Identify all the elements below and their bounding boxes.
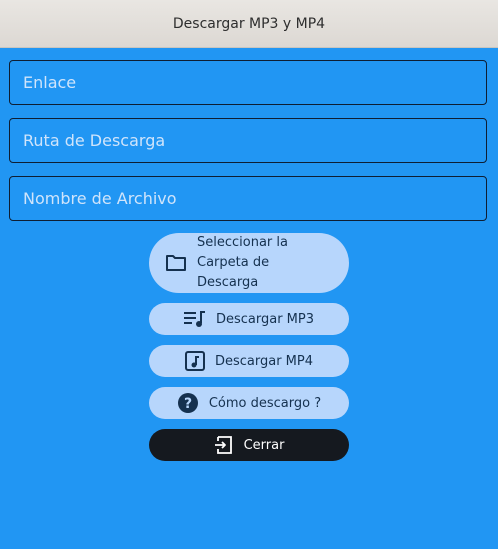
help-circle-icon: ?: [177, 392, 199, 414]
svg-text:?: ?: [184, 396, 192, 412]
download-mp3-label: Descargar MP3: [215, 311, 315, 327]
link-field[interactable]: [9, 60, 487, 105]
folder-icon: [165, 254, 187, 272]
select-folder-label: Seleccionar la Carpeta de Descarga: [197, 235, 288, 290]
download-mp4-label: Descargar MP4: [214, 353, 314, 369]
help-label: Cómo descargo ?: [208, 395, 322, 411]
download-path-input[interactable]: [21, 130, 486, 151]
close-label: Cerrar: [243, 437, 285, 453]
filename-input[interactable]: [21, 188, 486, 209]
window-title: Descargar MP3 y MP4: [172, 15, 326, 32]
music-note-box-icon: [184, 351, 205, 371]
download-mp3-button[interactable]: Descargar MP3: [149, 303, 349, 335]
window-titlebar[interactable]: Descargar MP3 y MP4: [0, 0, 498, 48]
close-button[interactable]: Cerrar: [149, 429, 349, 461]
filename-field[interactable]: [9, 176, 487, 221]
select-folder-button[interactable]: Seleccionar la Carpeta de Descarga: [149, 233, 349, 293]
download-path-field[interactable]: [9, 118, 487, 163]
help-button[interactable]: ? Cómo descargo ?: [149, 387, 349, 419]
link-input[interactable]: [21, 72, 486, 93]
download-mp4-button[interactable]: Descargar MP4: [149, 345, 349, 377]
exit-icon: [214, 435, 234, 455]
playlist-music-icon: [183, 311, 206, 327]
